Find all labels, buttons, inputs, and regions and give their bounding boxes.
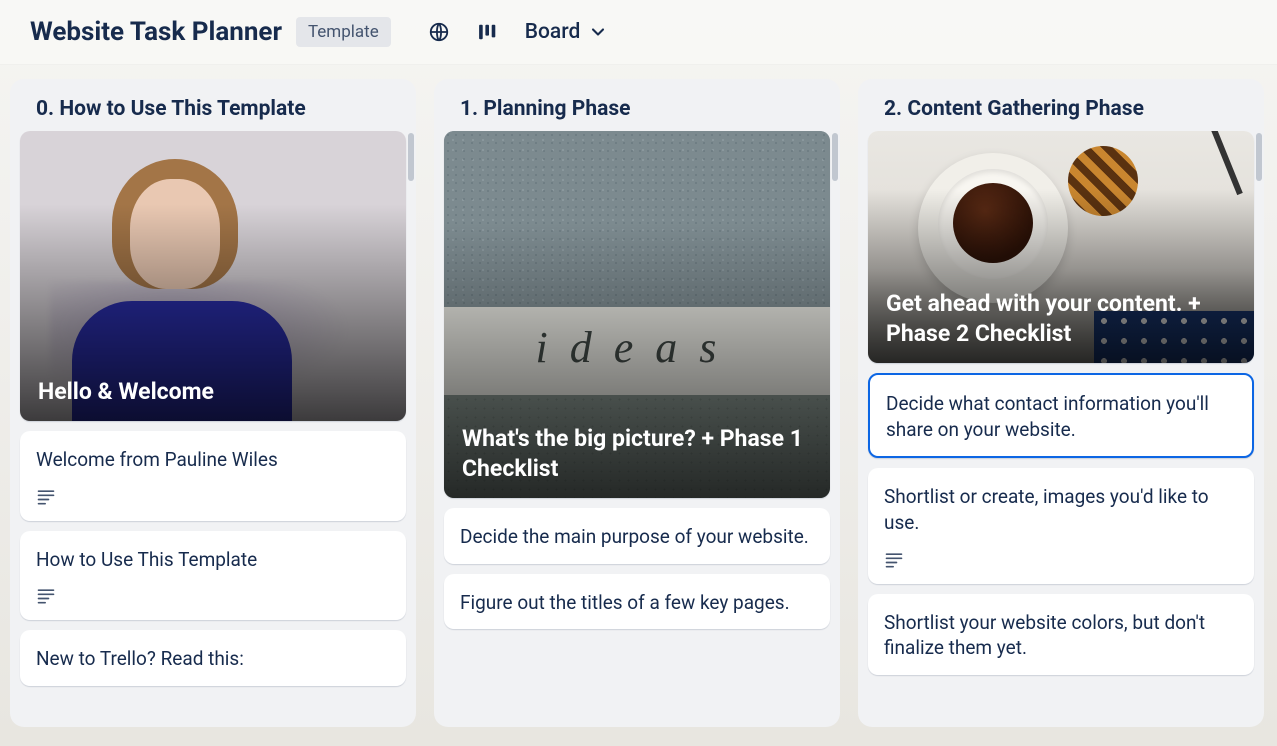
list-cards: Hello & Welcome Welcome from Pauline Wil…: [10, 131, 416, 727]
template-badge[interactable]: Template: [296, 17, 391, 47]
card-cover-image: ideas What's the big picture? + Phase 1 …: [444, 131, 830, 498]
view-label: Board: [525, 20, 581, 44]
list-title[interactable]: 1. Planning Phase: [434, 79, 840, 131]
card-contact-info[interactable]: Decide what contact information you'll s…: [868, 373, 1254, 458]
board-title[interactable]: Website Task Planner: [30, 17, 282, 47]
board-canvas[interactable]: 0. How to Use This Template Hello & Welc…: [0, 65, 1277, 745]
card-page-titles[interactable]: Figure out the titles of a few key pages…: [444, 574, 830, 630]
card-cover-image: Get ahead with your content. + Phase 2 C…: [868, 131, 1254, 363]
card-how-to-use[interactable]: How to Use This Template: [20, 531, 406, 621]
list-cards: ideas What's the big picture? + Phase 1 …: [434, 131, 840, 727]
card-title: Hello & Welcome: [38, 377, 388, 407]
card-text: Decide what contact information you'll s…: [870, 375, 1252, 456]
list-title[interactable]: 0. How to Use This Template: [10, 79, 416, 131]
list-how-to-use: 0. How to Use This Template Hello & Welc…: [10, 79, 416, 727]
card-shortlist-images[interactable]: Shortlist or create, images you'd like t…: [868, 468, 1254, 583]
card-text: How to Use This Template: [20, 531, 406, 587]
card-welcome[interactable]: Welcome from Pauline Wiles: [20, 431, 406, 521]
card-text: Figure out the titles of a few key pages…: [444, 574, 830, 630]
card-title: Get ahead with your content. + Phase 2 C…: [886, 289, 1236, 349]
description-icon: [884, 550, 904, 570]
globe-icon: [428, 21, 450, 43]
card-cover-image: Hello & Welcome: [20, 131, 406, 421]
list-title[interactable]: 2. Content Gathering Phase: [858, 79, 1264, 131]
card-new-to-trello[interactable]: New to Trello? Read this:: [20, 630, 406, 686]
description-icon: [36, 487, 56, 507]
cover-card-content[interactable]: Get ahead with your content. + Phase 2 C…: [868, 131, 1254, 363]
card-text: Shortlist or create, images you'd like t…: [868, 468, 1254, 549]
card-text: New to Trello? Read this:: [20, 630, 406, 686]
list-planning-phase: 1. Planning Phase ideas What's the big p…: [434, 79, 840, 727]
board-header: Website Task Planner Template Board: [0, 0, 1277, 65]
view-switcher[interactable]: Board: [525, 20, 609, 44]
card-text: Decide the main purpose of your website.: [444, 508, 830, 564]
card-title: What's the big picture? + Phase 1 Checkl…: [462, 424, 812, 484]
list-content-gathering: 2. Content Gathering Phase Get ahead wit…: [858, 79, 1264, 727]
card-shortlist-colors[interactable]: Shortlist your website colors, but don't…: [868, 594, 1254, 675]
board-bars-icon: [478, 23, 500, 41]
board-view-icon-button[interactable]: [471, 14, 507, 50]
card-text: Shortlist your website colors, but don't…: [868, 594, 1254, 675]
cover-card-hello[interactable]: Hello & Welcome: [20, 131, 406, 421]
cover-card-big-picture[interactable]: ideas What's the big picture? + Phase 1 …: [444, 131, 830, 498]
list-cards: Get ahead with your content. + Phase 2 C…: [858, 131, 1264, 727]
card-main-purpose[interactable]: Decide the main purpose of your website.: [444, 508, 830, 564]
card-text: Welcome from Pauline Wiles: [20, 431, 406, 487]
description-icon: [36, 586, 56, 606]
chevron-down-icon: [588, 22, 608, 42]
visibility-button[interactable]: [421, 14, 457, 50]
